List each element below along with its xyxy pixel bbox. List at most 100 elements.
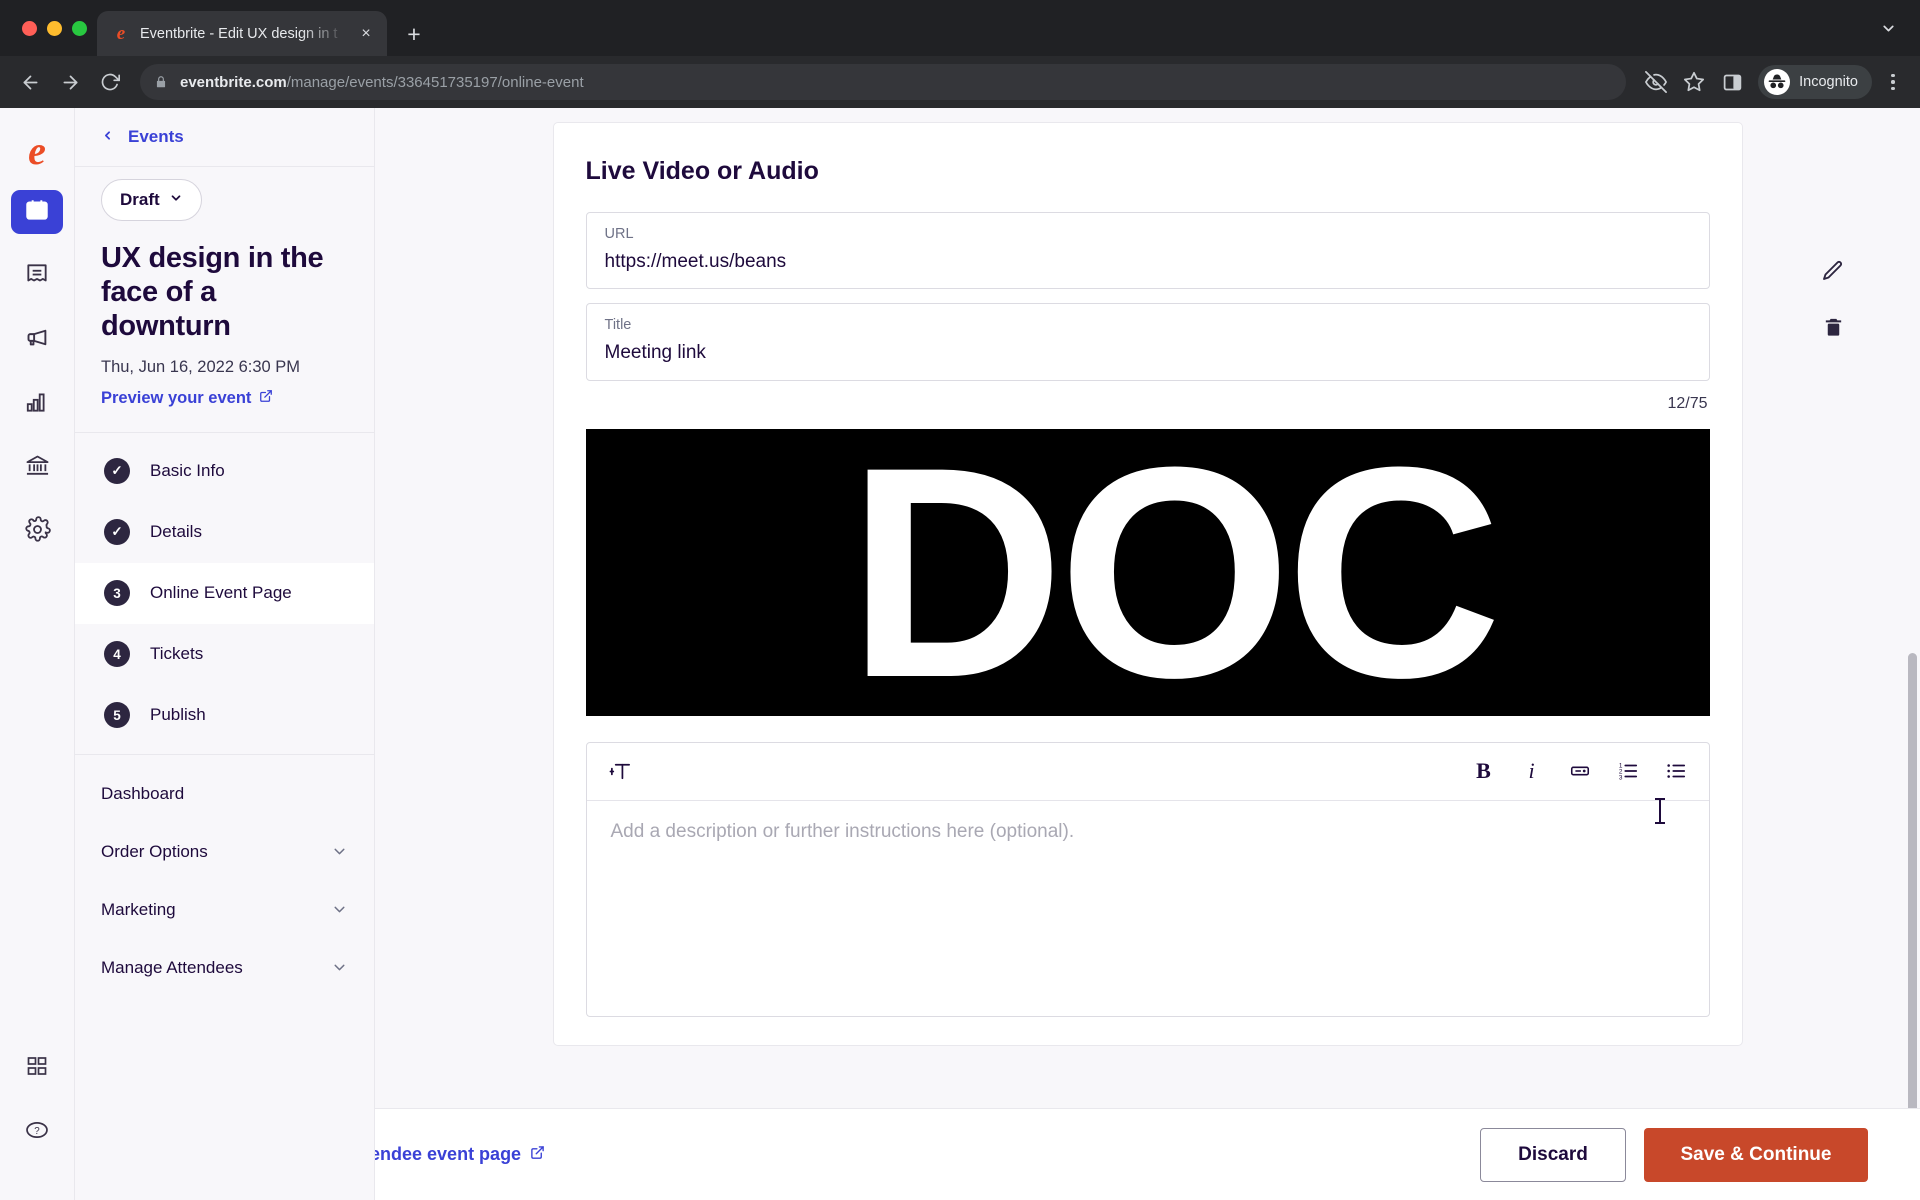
profile-incognito-button[interactable]: Incognito <box>1758 65 1872 99</box>
media-preview-image[interactable]: DOC <box>585 428 1710 716</box>
view-attendee-event-page-link[interactable]: ew attendee event page <box>375 1144 545 1165</box>
description-rich-text-editor: B i 123 Add a description or further ins… <box>585 741 1710 1017</box>
page-viewport: e ? Events Draft UX design in the face o… <box>0 108 1920 1200</box>
back-arrow-icon[interactable] <box>12 64 48 100</box>
sidebar-step-details[interactable]: ✓ Details <box>75 502 374 563</box>
step-badge: 4 <box>104 641 130 668</box>
url-input-value: https://meet.us/beans <box>604 250 787 272</box>
address-bar[interactable]: eventbrite.com/manage/events/33645173519… <box>140 64 1627 100</box>
step-label: Online Event Page <box>150 583 292 603</box>
rail-item-events[interactable] <box>11 190 63 234</box>
rail-item-help[interactable]: ? <box>11 1110 63 1154</box>
eventbrite-logo-icon[interactable]: e <box>14 128 60 174</box>
close-window-button[interactable] <box>22 20 37 36</box>
svg-text:3: 3 <box>1618 774 1622 781</box>
svg-text:?: ? <box>34 1125 40 1136</box>
main-content: Live Video or Audio URL https://meet.us/… <box>375 108 1920 1200</box>
browser-window: e Eventbrite - Edit UX design in t × + e… <box>0 0 1920 1200</box>
save-and-continue-button[interactable]: Save & Continue <box>1644 1127 1868 1182</box>
pencil-icon[interactable] <box>1818 256 1848 286</box>
sidebar-step-publish[interactable]: 5 Publish <box>75 685 374 746</box>
rail-item-settings[interactable] <box>11 510 63 554</box>
chevron-down-icon <box>331 959 348 976</box>
star-icon[interactable] <box>1676 64 1712 100</box>
text-cursor <box>1655 798 1665 824</box>
tab-list-chevron-down-icon[interactable] <box>1872 12 1904 44</box>
back-to-events-link[interactable]: Events <box>75 108 374 166</box>
app-icon-rail: e ? <box>0 108 75 1200</box>
eye-off-icon[interactable] <box>1638 64 1674 100</box>
close-tab-icon[interactable]: × <box>355 23 377 45</box>
ordered-list-icon[interactable]: 123 <box>1617 755 1639 787</box>
rail-item-apps[interactable] <box>11 1046 63 1090</box>
rail-item-reports[interactable] <box>11 382 63 426</box>
bank-icon <box>24 452 51 484</box>
editor-toolbar-left <box>609 755 632 787</box>
description-textarea[interactable]: Add a description or further instruction… <box>587 801 1709 1016</box>
discard-button[interactable]: Discard <box>1480 1127 1626 1182</box>
content-scroll-area: Live Video or Audio URL https://meet.us/… <box>375 108 1920 1108</box>
browser-tab[interactable]: e Eventbrite - Edit UX design in t × <box>97 11 387 56</box>
event-status-dropdown[interactable]: Draft <box>101 179 202 221</box>
sidebar-item-marketing[interactable]: Marketing <box>75 881 374 939</box>
text-format-icon[interactable] <box>609 755 632 787</box>
sidebar-item-dashboard[interactable]: Dashboard <box>75 765 374 823</box>
sidebar-step-basic-info[interactable]: ✓ Basic Info <box>75 441 374 502</box>
media-left-band <box>585 428 848 716</box>
chevron-down-icon <box>331 843 348 860</box>
external-link-icon <box>259 389 273 408</box>
step-label: Tickets <box>150 644 204 664</box>
url-text: eventbrite.com/manage/events/33645173519… <box>180 74 584 91</box>
step-badge: ✓ <box>104 458 130 485</box>
rail-item-finance[interactable] <box>11 446 63 490</box>
sidebar-item-label: Order Options <box>101 841 208 861</box>
window-controls <box>14 0 97 56</box>
character-counter: 12/75 <box>1667 394 1708 412</box>
title-input-label: Title <box>604 317 632 334</box>
minimize-window-button[interactable] <box>47 20 62 36</box>
tab-strip: e Eventbrite - Edit UX design in t × + <box>0 0 1920 56</box>
incognito-avatar-icon <box>1764 69 1791 95</box>
reload-icon[interactable] <box>92 64 128 100</box>
gear-icon <box>24 516 51 548</box>
forward-arrow-icon[interactable] <box>52 64 88 100</box>
side-panel-icon[interactable] <box>1714 64 1750 100</box>
trash-icon[interactable] <box>1818 312 1848 342</box>
sidebar-step-tickets[interactable]: 4 Tickets <box>75 624 374 685</box>
sidebar-item-manage-attendees[interactable]: Manage Attendees <box>75 939 374 997</box>
step-label: Publish <box>150 705 206 725</box>
bullet-list-icon[interactable] <box>1665 755 1687 787</box>
title-input[interactable]: Title Meeting link <box>585 303 1710 381</box>
sidebar-step-online-event-page[interactable]: 3 Online Event Page <box>75 562 374 624</box>
card-side-actions <box>1818 256 1848 342</box>
receipt-icon <box>24 261 50 292</box>
bold-button[interactable]: B <box>1473 755 1495 787</box>
card-title: Live Video or Audio <box>585 157 819 185</box>
sidebar-item-label: Marketing <box>101 899 176 919</box>
link-icon[interactable] <box>1569 755 1591 787</box>
url-host: eventbrite.com <box>180 73 287 91</box>
sidebar-item-order-options[interactable]: Order Options <box>75 823 374 881</box>
chevron-down-icon <box>169 190 183 210</box>
event-sidebar: Events Draft UX design in the face of a … <box>75 108 375 1200</box>
sidebar-item-label: Dashboard <box>101 783 185 803</box>
kebab-menu-icon[interactable] <box>1878 65 1908 99</box>
browser-toolbar: eventbrite.com/manage/events/33645173519… <box>0 56 1920 108</box>
new-tab-button[interactable]: + <box>397 17 431 51</box>
back-label: Events <box>128 127 184 146</box>
maximize-window-button[interactable] <box>72 20 87 36</box>
url-input[interactable]: URL https://meet.us/beans <box>585 212 1710 290</box>
rail-item-marketing[interactable] <box>11 318 63 362</box>
sidebar-secondary-nav: Dashboard Order Options Marketing Manage… <box>75 753 374 1007</box>
media-word-text: DOC <box>847 428 1710 716</box>
title-input-value: Meeting link <box>604 342 706 364</box>
bar-chart-icon <box>24 389 50 420</box>
italic-button[interactable]: i <box>1521 755 1543 787</box>
help-circle-icon: ? <box>24 1117 50 1148</box>
sidebar-item-label: Manage Attendees <box>101 957 243 977</box>
editor-toolbar: B i 123 <box>586 743 1709 801</box>
page-scrollbar[interactable] <box>1908 653 1917 1183</box>
rail-item-orders[interactable] <box>11 254 63 298</box>
preview-label: Preview your event <box>101 388 252 407</box>
preview-event-link[interactable]: Preview your event <box>101 389 273 408</box>
